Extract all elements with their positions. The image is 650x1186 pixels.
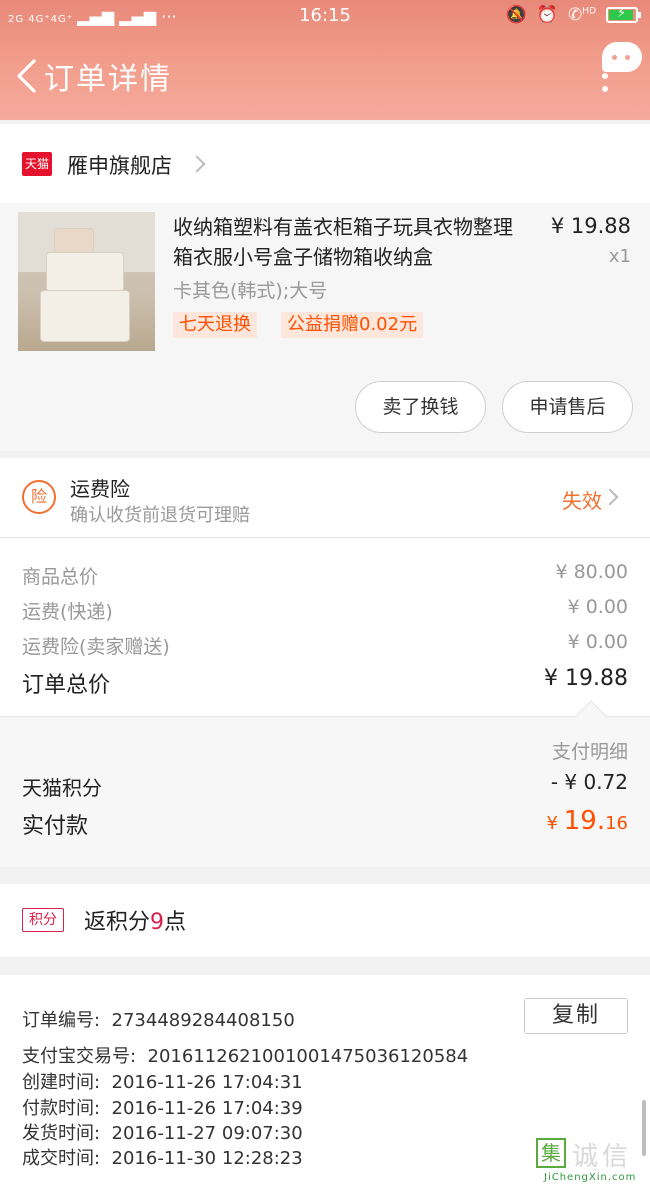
status-bar: 2G 4G⁺4G⁺ ▂▄▆ ▂▄▆ ··· 16:15 🔕 ⏰ ✆HD ⚡ <box>0 0 650 32</box>
created-time: 创建时间: 2016-11-26 17:04:31 <box>22 1068 303 1094</box>
copy-button[interactable]: 复制 <box>524 998 628 1034</box>
completed-time: 成交时间: 2016-11-30 12:28:23 <box>22 1144 303 1170</box>
product-title[interactable]: 收纳箱塑料有盖衣柜箱子玩具衣物整理箱衣服小号盒子储物箱收纳盒 <box>173 212 528 272</box>
hd-label: HD <box>582 6 596 17</box>
order-number: 订单编号: 2734489284408150 <box>22 1006 295 1032</box>
points-prefix: 返积分 <box>84 910 151 935</box>
tag-seven-day-return: 七天退换 <box>173 312 257 338</box>
back-arrow-icon[interactable] <box>14 58 40 94</box>
status-icons: 🔕 ⏰ ✆HD ⚡ <box>505 5 641 25</box>
paid-integer: 19. <box>563 806 606 836</box>
shipped-label: 发货时间: <box>22 1123 101 1144</box>
completed-label: 成交时间: <box>22 1148 101 1169</box>
battery-icon: ⚡ <box>606 6 641 23</box>
order-total-value: ¥ 19.88 <box>544 666 628 691</box>
completed-value: 2016-11-30 12:28:23 <box>111 1148 303 1169</box>
paid-decimal: 16 <box>605 813 628 834</box>
more-menu-button[interactable] <box>598 42 642 96</box>
chat-bubble-icon <box>602 42 642 72</box>
page-title: 订单详情 <box>44 62 172 97</box>
paid-time: 付款时间: 2016-11-26 17:04:39 <box>22 1094 303 1120</box>
mute-icon: 🔕 <box>505 5 527 25</box>
paid-currency: ¥ <box>546 813 564 834</box>
order-number-label: 订单编号: <box>22 1010 101 1031</box>
created-value: 2016-11-26 17:04:31 <box>111 1072 303 1093</box>
product-quantity: x1 <box>608 246 631 267</box>
dot-icon <box>602 73 608 79</box>
points-count: 9 <box>150 910 165 935</box>
tag-charity: 公益捐赠0.02元 <box>281 312 424 338</box>
sell-button[interactable]: 卖了换钱 <box>355 381 486 433</box>
created-label: 创建时间: <box>22 1072 101 1093</box>
shipping-value: ¥ 0.00 <box>567 596 628 618</box>
shipped-time: 发货时间: 2016-11-27 09:07:30 <box>22 1119 303 1145</box>
watermark-text: 诚信 <box>572 1142 633 1172</box>
shipping-insurance-label: 运费险(卖家赠送) <box>22 636 170 658</box>
alarm-icon: ⏰ <box>536 5 559 25</box>
payment-detail-label: 支付明细 <box>551 741 628 763</box>
insurance-title: 运费险 <box>70 477 130 501</box>
alipay-number: 支付宝交易号: 2016112621001001475036120584 <box>22 1042 468 1068</box>
paid-amount-label: 实付款 <box>22 814 89 839</box>
paid-time-label: 付款时间: <box>22 1098 101 1119</box>
product-sku: 卡其色(韩式);大号 <box>173 280 328 302</box>
alipay-value: 2016112621001001475036120584 <box>147 1046 469 1067</box>
tmall-points-label: 天猫积分 <box>22 776 102 800</box>
call-icon: ✆HD <box>568 5 596 25</box>
tmall-points-value: - ¥ 0.72 <box>550 770 628 794</box>
insurance-status[interactable]: 失效 <box>562 485 602 514</box>
insurance-subtitle: 确认收货前退货可理赔 <box>70 505 250 526</box>
top-bar: 2G 4G⁺4G⁺ ▂▄▆ ▂▄▆ ··· 16:15 🔕 ⏰ ✆HD ⚡ 订单… <box>0 0 650 120</box>
points-badge: 积分 <box>22 908 64 932</box>
watermark: 集 诚信 JiChengXin.com <box>536 1138 646 1186</box>
paid-amount-value: ¥ 19.16 <box>547 806 628 836</box>
shipped-value: 2016-11-27 09:07:30 <box>111 1123 303 1144</box>
store-name[interactable]: 雁申旗舰店 <box>67 150 172 180</box>
points-text: 返积分9点 <box>84 904 186 936</box>
watermark-url: JiChengXin.com <box>544 1172 637 1183</box>
goods-total-label: 商品总价 <box>22 566 99 588</box>
product-thumbnail[interactable] <box>18 212 155 351</box>
nav-bar: 订单详情 <box>0 40 650 112</box>
goods-total-value: ¥ 80.00 <box>555 561 628 583</box>
insurance-icon: 险 <box>22 480 56 514</box>
points-suffix: 点 <box>164 910 187 935</box>
after-sale-button[interactable]: 申请售后 <box>502 381 633 433</box>
tmall-badge: 天猫 <box>22 152 52 176</box>
shipping-label: 运费(快递) <box>22 601 113 623</box>
alipay-label: 支付宝交易号: <box>22 1046 137 1067</box>
product-price: ¥ 19.88 <box>550 214 631 238</box>
order-number-value: 2734489284408150 <box>111 1010 295 1031</box>
watermark-logo: 集 <box>536 1138 566 1168</box>
dot-icon <box>602 86 608 92</box>
paid-time-value: 2016-11-26 17:04:39 <box>111 1098 303 1119</box>
shipping-insurance-value: ¥ 0.00 <box>567 631 628 653</box>
order-total-label: 订单总价 <box>22 673 111 698</box>
